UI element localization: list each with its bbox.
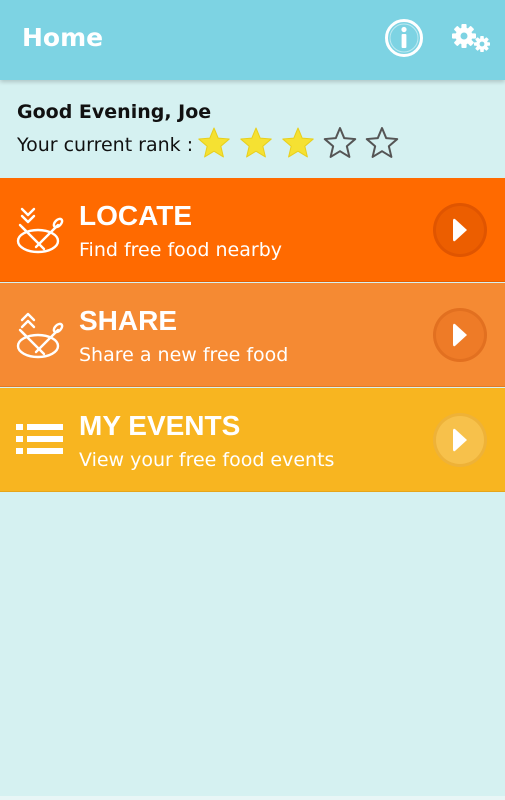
my-events-title: MY EVENTS: [79, 410, 241, 441]
share-subtitle: Share a new free food: [79, 344, 289, 366]
settings-gears-icon[interactable]: [450, 22, 492, 54]
app-bar: Home: [0, 0, 505, 80]
share-title: SHARE: [79, 305, 178, 336]
list-icon: [16, 424, 63, 454]
share-menu-item[interactable]: SHARE Share a new free food: [0, 283, 505, 387]
star-filled-icon: [240, 127, 272, 158]
greeting-panel: Good Evening, Joe Your current rank :: [0, 80, 505, 178]
my-events-menu-item[interactable]: MY EVENTS View your free food events: [0, 388, 505, 492]
fork-spoon-location-icon: [16, 207, 64, 254]
star-empty-icon: [365, 127, 399, 158]
bottom-edge: [0, 796, 505, 800]
locate-menu-item[interactable]: LOCATE Find free food nearby: [0, 178, 505, 282]
star-filled-icon: [198, 127, 230, 158]
locate-subtitle: Find free food nearby: [79, 239, 282, 261]
chevron-right-icon[interactable]: [432, 202, 488, 258]
info-icon[interactable]: [384, 18, 424, 58]
rank-label: Your current rank :: [17, 134, 194, 156]
chevron-right-icon[interactable]: [432, 412, 488, 468]
greeting-text: Good Evening, Joe: [17, 101, 212, 123]
rank-stars: [196, 125, 400, 161]
my-events-subtitle: View your free food events: [79, 449, 335, 471]
fork-spoon-share-icon: [16, 312, 64, 359]
star-empty-icon: [323, 127, 357, 158]
chevron-right-icon[interactable]: [432, 307, 488, 363]
page-title: Home: [22, 23, 104, 52]
locate-title: LOCATE: [79, 200, 193, 231]
star-filled-icon: [282, 127, 314, 158]
